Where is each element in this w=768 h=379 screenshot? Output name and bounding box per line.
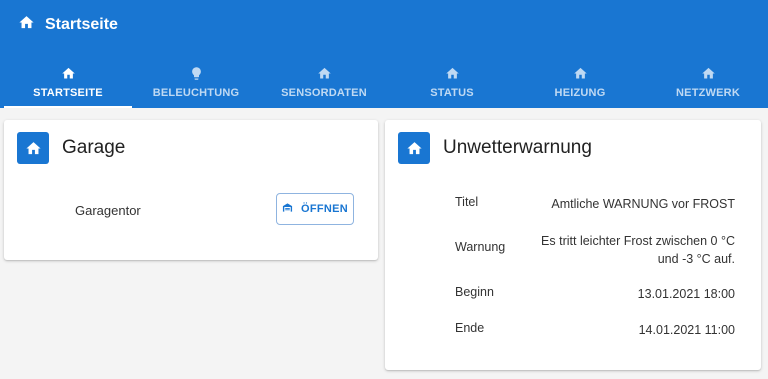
- tab-startseite[interactable]: STARTSEITE: [4, 57, 132, 108]
- row-key: Beginn: [455, 285, 494, 299]
- active-tab-indicator: [4, 106, 132, 108]
- home-icon: [17, 132, 49, 164]
- tab-status[interactable]: STATUS: [388, 57, 516, 108]
- lightbulb-icon: [189, 65, 204, 81]
- home-icon: [398, 132, 430, 164]
- garage-door-label: Garagentor: [75, 203, 141, 218]
- row-key: Warnung: [455, 240, 506, 254]
- row-key: Ende: [455, 321, 485, 335]
- tab-label: HEIZUNG: [554, 87, 606, 99]
- open-garage-button[interactable]: ÖFFNEN: [276, 193, 354, 225]
- home-icon: [445, 65, 460, 81]
- tab-label: STATUS: [430, 87, 474, 99]
- home-icon: [701, 65, 716, 81]
- row-value-line: Es tritt leichter Frost zwischen 0 °C: [541, 234, 735, 248]
- row-key: Titel: [455, 195, 479, 209]
- tab-label: NETZWERK: [676, 87, 740, 99]
- app-bar: Startseite STARTSEITE BELEUCHTUNG SENSOR…: [0, 0, 768, 108]
- row-value-line: und -3 °C auf.: [657, 252, 735, 266]
- home-icon: [18, 14, 35, 36]
- home-icon: [61, 65, 76, 81]
- tab-bar: STARTSEITE BELEUCHTUNG SENSORDATEN STATU…: [4, 57, 768, 108]
- row-value: 14.01.2021 11:00: [638, 323, 735, 337]
- page-title: Startseite: [45, 16, 118, 33]
- home-icon: [317, 65, 332, 81]
- tab-label: SENSORDATEN: [281, 87, 367, 99]
- row-value: 13.01.2021 18:00: [637, 287, 735, 301]
- tab-sensordaten[interactable]: SENSORDATEN: [260, 57, 388, 108]
- tab-label: STARTSEITE: [33, 87, 103, 99]
- tab-heizung[interactable]: HEIZUNG: [516, 57, 644, 108]
- row-value: Amtliche WARNUNG vor FROST: [551, 197, 735, 211]
- home-icon: [573, 65, 588, 81]
- tab-beleuchtung[interactable]: BELEUCHTUNG: [132, 57, 260, 108]
- card-header: Garage: [17, 132, 125, 164]
- tab-netzwerk[interactable]: NETZWERK: [644, 57, 768, 108]
- app-title-row: Startseite: [18, 15, 118, 35]
- garage-icon: [282, 200, 301, 218]
- card-title: Garage: [62, 137, 126, 158]
- tab-label: BELEUCHTUNG: [152, 87, 240, 99]
- button-label: ÖFFNEN: [300, 203, 349, 215]
- row-value: Es tritt leichter Frost zwischen 0 °C un…: [541, 232, 735, 268]
- card-header: Unwetterwarnung: [398, 132, 592, 164]
- card-title: Unwetterwarnung: [443, 137, 592, 158]
- garage-card: Garage Garagentor ÖFFNEN: [4, 120, 378, 260]
- weather-warning-card: Unwetterwarnung Titel Amtliche WARNUNG v…: [385, 120, 761, 370]
